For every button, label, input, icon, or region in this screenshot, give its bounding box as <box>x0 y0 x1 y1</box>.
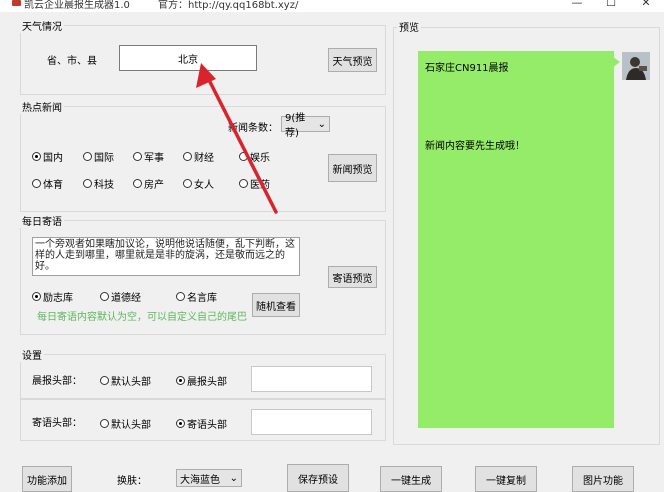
morning-header-label: 晨报头部： <box>32 376 82 387</box>
close-button[interactable]: ✕ <box>632 0 660 10</box>
chevron-down-icon: ⌄ <box>229 472 238 484</box>
quote-preview-button[interactable]: 寄语预览 <box>328 266 377 288</box>
region-label: 省、市、县 <box>47 56 97 67</box>
news-radio-label: 医药 <box>250 180 270 191</box>
add-feature-button[interactable]: 功能添加 <box>22 466 72 492</box>
radio-unchecked-icon <box>239 152 248 161</box>
maximize-button[interactable]: ☐ <box>597 0 625 10</box>
region-value: 北京 <box>178 54 198 66</box>
region-input[interactable]: 北京 <box>119 45 257 71</box>
image-feature-button[interactable]: 图片功能 <box>572 466 634 492</box>
news-radio-7[interactable]: 房产 <box>133 176 164 191</box>
news-radio-6[interactable]: 科技 <box>83 176 114 191</box>
weather-preview-button[interactable]: 天气预览 <box>328 48 377 72</box>
skin-select[interactable]: 大海蓝色 ⌄ <box>176 469 242 487</box>
official-site-text: 官方：http://qy.qq168bt.xyz/ <box>158 0 299 11</box>
news-radio-4[interactable]: 娱乐 <box>239 149 270 164</box>
radio-unchecked-icon <box>32 179 41 188</box>
morning-header-option-1[interactable]: 晨报头部 <box>176 373 227 388</box>
quote-header-option-0[interactable]: 默认头部 <box>100 416 151 431</box>
quote-group-label: 每日寄语 <box>20 213 64 228</box>
chevron-down-icon: ⌄ <box>317 118 326 130</box>
news-radio-label: 财经 <box>194 153 214 164</box>
quote-header-option-1[interactable]: 寄语头部 <box>176 416 227 431</box>
quote-source-label: 励志库 <box>43 293 73 304</box>
news-radio-label: 科技 <box>94 180 114 191</box>
radio-checked-icon <box>32 152 41 161</box>
radio-checked-icon <box>176 376 185 385</box>
title-bar: 凯云企业晨报生成器1.0 官方：http://qy.qq168bt.xyz/ —… <box>0 0 664 12</box>
news-radio-label: 女人 <box>194 180 214 191</box>
bubble-tail-icon <box>612 56 620 68</box>
quote-source-1[interactable]: 道德经 <box>100 289 141 304</box>
app-icon <box>12 0 21 6</box>
radio-unchecked-icon <box>100 376 109 385</box>
news-radio-2[interactable]: 军事 <box>133 149 164 164</box>
news-radio-8[interactable]: 女人 <box>183 176 214 191</box>
quote-source-2[interactable]: 名言库 <box>176 289 217 304</box>
preview-body-line: 新闻内容要先生成哦！ <box>425 141 525 152</box>
generate-button[interactable]: 一键生成 <box>380 466 442 492</box>
window-title: 凯云企业晨报生成器1.0 <box>24 0 130 11</box>
settings-group-label: 设置 <box>20 347 44 362</box>
news-radio-label: 娱乐 <box>250 153 270 164</box>
news-radio-label: 房产 <box>144 180 164 191</box>
news-radio-label: 军事 <box>144 153 164 164</box>
avatar-icon <box>622 52 650 80</box>
radio-unchecked-icon <box>183 152 192 161</box>
news-radio-1[interactable]: 国际 <box>83 149 114 164</box>
news-radio-label: 国内 <box>43 153 63 164</box>
news-radio-label: 体育 <box>43 180 63 191</box>
morning-header-option-0[interactable]: 默认头部 <box>100 373 151 388</box>
preview-bubble: 石家庄CN911晨报 新闻内容要先生成哦！ <box>418 51 614 428</box>
quote-source-label: 道德经 <box>111 293 141 304</box>
radio-unchecked-icon <box>100 419 109 428</box>
morning-header-option-label: 晨报头部 <box>187 377 227 388</box>
radio-unchecked-icon <box>83 179 92 188</box>
radio-unchecked-icon <box>183 179 192 188</box>
quote-source-label: 名言库 <box>187 293 217 304</box>
morning-header-input[interactable] <box>251 366 372 392</box>
quote-header-option-label: 默认头部 <box>111 420 151 431</box>
random-view-button[interactable]: 随机查看 <box>252 293 300 317</box>
quote-header-label: 寄语头部： <box>32 418 82 429</box>
radio-unchecked-icon <box>83 152 92 161</box>
radio-unchecked-icon <box>133 152 142 161</box>
quote-hint: 每日寄语内容默认为空，可以自定义自己的尾巴 <box>37 312 247 323</box>
minimize-button[interactable]: — <box>563 0 591 10</box>
radio-unchecked-icon <box>133 179 142 188</box>
avatar <box>622 52 650 80</box>
radio-checked-icon <box>176 419 185 428</box>
morning-header-option-label: 默认头部 <box>111 377 151 388</box>
news-preview-button[interactable]: 新闻预览 <box>328 154 377 182</box>
news-radio-3[interactable]: 财经 <box>183 149 214 164</box>
news-radio-0[interactable]: 国内 <box>32 149 63 164</box>
preview-group-label: 预览 <box>397 19 421 34</box>
news-count-select[interactable]: 9(推荐) ⌄ <box>281 113 330 139</box>
quote-header-input[interactable] <box>251 409 372 435</box>
news-radio-9[interactable]: 医药 <box>239 176 270 191</box>
news-count-label: 新闻条数： <box>228 123 278 134</box>
save-preset-button[interactable]: 保存预设 <box>287 464 349 492</box>
news-count-value: 9(推荐) <box>285 113 306 139</box>
radio-checked-icon <box>32 292 41 301</box>
news-group-label: 热点新闻 <box>20 99 64 114</box>
radio-unchecked-icon <box>100 292 109 301</box>
skin-label: 换肤： <box>117 476 147 487</box>
radio-unchecked-icon <box>176 292 185 301</box>
news-radio-label: 国际 <box>94 153 114 164</box>
radio-unchecked-icon <box>239 179 248 188</box>
quote-source-0[interactable]: 励志库 <box>32 289 73 304</box>
quote-textarea[interactable]: 一个旁观者如果瞎加议论，说明他说话随便，乱下判断，这样的人走到哪里，哪里就是是非… <box>32 237 300 276</box>
news-radio-5[interactable]: 体育 <box>32 176 63 191</box>
preview-title-line: 石家庄CN911晨报 <box>425 63 509 74</box>
skin-value: 大海蓝色 <box>180 474 220 486</box>
quote-header-option-label: 寄语头部 <box>187 420 227 431</box>
copy-button[interactable]: 一键复制 <box>475 466 537 492</box>
weather-group-label: 天气情况 <box>20 18 64 33</box>
